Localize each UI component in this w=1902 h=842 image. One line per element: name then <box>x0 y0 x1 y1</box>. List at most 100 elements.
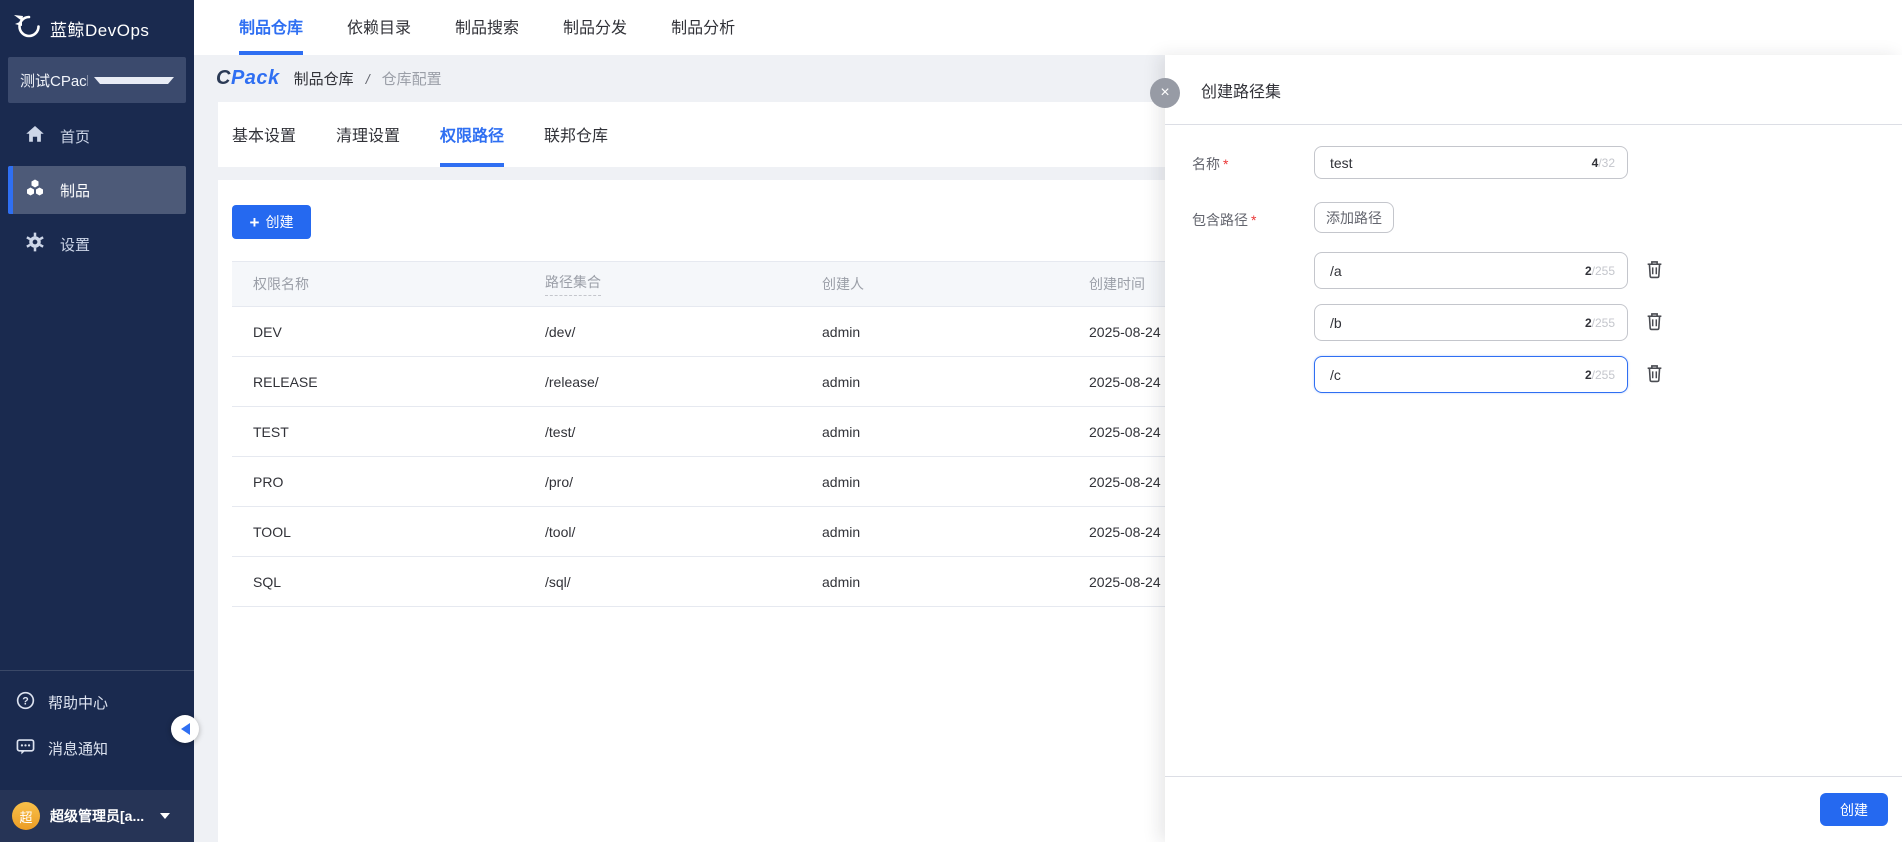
cpack-product-logo: CPack <box>216 67 280 90</box>
path-input-value: /a <box>1315 263 1585 279</box>
cell-permission-name: SQL <box>253 574 545 590</box>
path-input[interactable]: /c 2/255 <box>1314 356 1628 393</box>
top-nav-tab[interactable]: 制品搜索 <box>455 0 519 55</box>
top-nav-tab[interactable]: 依赖目录 <box>347 0 411 55</box>
brand-logo[interactable]: 蓝鲸DevOps <box>0 0 194 56</box>
drawer-header: 创建路径集 <box>1165 55 1902 125</box>
top-nav-tab-label: 制品仓库 <box>239 14 303 38</box>
collapse-left-icon <box>181 723 190 735</box>
name-label: 名称* <box>1192 146 1314 179</box>
paths-control: 添加路径 /a 2/255 <box>1314 202 1663 408</box>
create-path-set-button[interactable]: + 创建 <box>232 205 311 239</box>
repo-config-tab[interactable]: 清理设置 <box>336 102 400 167</box>
brand-title: 蓝鲸DevOps <box>50 16 149 41</box>
add-path-button[interactable]: 添加路径 <box>1314 202 1394 233</box>
user-name: 超级管理员[a... <box>50 806 144 826</box>
path-inputs: /a 2/255 <box>1314 252 1663 393</box>
path-input[interactable]: /b 2/255 <box>1314 304 1628 341</box>
sidebar-bottom: ? 帮助中心 消息通知 <box>0 670 194 771</box>
char-counter: 2/255 <box>1585 264 1627 278</box>
cell-permission-name: DEV <box>253 324 545 340</box>
cell-creator: admin <box>822 524 1089 540</box>
cell-path-set: /pro/ <box>545 474 822 490</box>
artifact-icon <box>25 178 45 202</box>
cell-path-set: /tool/ <box>545 524 822 540</box>
top-nav-tab[interactable]: 制品分析 <box>671 0 735 55</box>
cell-path-set: /release/ <box>545 374 822 390</box>
paths-form-row: 包含路径* 添加路径 /a 2/255 <box>1192 202 1862 408</box>
cell-creator: admin <box>822 474 1089 490</box>
sidebar: 蓝鲸DevOps 测试CPack仓库 首页 <box>0 0 194 842</box>
top-nav-tab[interactable]: 制品仓库 <box>239 0 303 55</box>
top-nav-tab-label: 依赖目录 <box>347 14 411 38</box>
sidebar-collapse-button[interactable] <box>171 715 199 743</box>
cell-creator: admin <box>822 424 1089 440</box>
breadcrumb-repo-link[interactable]: 制品仓库 <box>294 68 354 89</box>
cell-permission-name: TEST <box>253 424 545 440</box>
required-asterisk: * <box>1223 156 1228 172</box>
trash-icon <box>1646 312 1663 334</box>
top-nav-tab-label: 制品搜索 <box>455 14 519 38</box>
sidebar-item-label: 帮助中心 <box>48 692 108 713</box>
sidebar-item-artifact[interactable]: 制品 <box>8 166 186 214</box>
cell-creator: admin <box>822 324 1089 340</box>
drawer-footer: 创建 <box>1165 776 1902 842</box>
path-input[interactable]: /a 2/255 <box>1314 252 1628 289</box>
cell-path-set: /dev/ <box>545 324 822 340</box>
sidebar-divider <box>0 670 194 671</box>
repo-config-tab-label: 联邦仓库 <box>544 122 608 146</box>
repo-selector-dropdown[interactable]: 测试CPack仓库 <box>8 57 186 103</box>
repo-config-tab-label: 权限路径 <box>440 122 504 146</box>
name-form-row: 名称* test 4/32 <box>1192 146 1862 179</box>
include-paths-label: 包含路径* <box>1192 202 1314 408</box>
cell-path-set: /sql/ <box>545 574 822 590</box>
whale-logo-icon <box>12 13 42 44</box>
plus-icon: + <box>250 214 260 231</box>
trash-icon <box>1646 364 1663 386</box>
help-icon: ? <box>16 691 35 714</box>
repo-selector-label: 测试CPack仓库 <box>20 70 88 91</box>
char-counter: 2/255 <box>1585 368 1627 382</box>
sidebar-item-settings[interactable]: 设置 <box>8 220 186 268</box>
user-menu[interactable]: 超 超级管理员[a... <box>0 790 194 842</box>
create-path-set-drawer: × 创建路径集 名称* test 4/32 包含路径* 添加路径 <box>1165 55 1902 842</box>
drawer-title: 创建路径集 <box>1201 78 1281 102</box>
char-counter: 4/32 <box>1592 156 1627 170</box>
repo-config-tab[interactable]: 权限路径 <box>440 102 504 167</box>
chevron-down-icon <box>160 813 170 819</box>
top-nav: 制品仓库 依赖目录 制品搜索 制品分发 制品分析 <box>194 0 1902 55</box>
col-creator: 创建人 <box>822 274 1089 294</box>
close-icon: × <box>1160 85 1169 101</box>
sidebar-item-notifications[interactable]: 消息通知 <box>0 725 194 771</box>
path-input-row: /b 2/255 <box>1314 304 1663 341</box>
repo-config-tab[interactable]: 联邦仓库 <box>544 102 608 167</box>
top-nav-tab-label: 制品分发 <box>563 14 627 38</box>
delete-path-button[interactable] <box>1646 364 1663 386</box>
active-indicator-bar <box>8 166 13 214</box>
name-input[interactable]: test 4/32 <box>1314 146 1628 179</box>
sidebar-item-home[interactable]: 首页 <box>8 112 186 160</box>
drawer-close-button[interactable]: × <box>1150 78 1180 108</box>
col-path-set: 路径集合 <box>545 272 822 296</box>
drawer-body: 名称* test 4/32 包含路径* 添加路径 <box>1165 125 1902 408</box>
repo-config-tab[interactable]: 基本设置 <box>232 102 296 167</box>
delete-path-button[interactable] <box>1646 312 1663 334</box>
char-counter: 2/255 <box>1585 316 1627 330</box>
sidebar-item-label: 制品 <box>60 180 90 201</box>
app-root: 蓝鲸DevOps 测试CPack仓库 首页 <box>0 0 1902 842</box>
top-nav-tab[interactable]: 制品分发 <box>563 0 627 55</box>
delete-path-button[interactable] <box>1646 260 1663 282</box>
path-input-value: /b <box>1315 315 1585 331</box>
path-input-row: /c 2/255 <box>1314 356 1663 393</box>
chevron-down-icon <box>94 77 174 84</box>
required-asterisk: * <box>1251 212 1256 228</box>
path-input-row: /a 2/255 <box>1314 252 1663 289</box>
cell-creator: admin <box>822 574 1089 590</box>
cell-permission-name: PRO <box>253 474 545 490</box>
trash-icon <box>1646 260 1663 282</box>
avatar: 超 <box>12 802 40 830</box>
name-input-value: test <box>1315 155 1592 171</box>
svg-text:?: ? <box>22 695 29 707</box>
drawer-create-button[interactable]: 创建 <box>1820 793 1888 826</box>
sidebar-item-help-center[interactable]: ? 帮助中心 <box>0 679 194 725</box>
